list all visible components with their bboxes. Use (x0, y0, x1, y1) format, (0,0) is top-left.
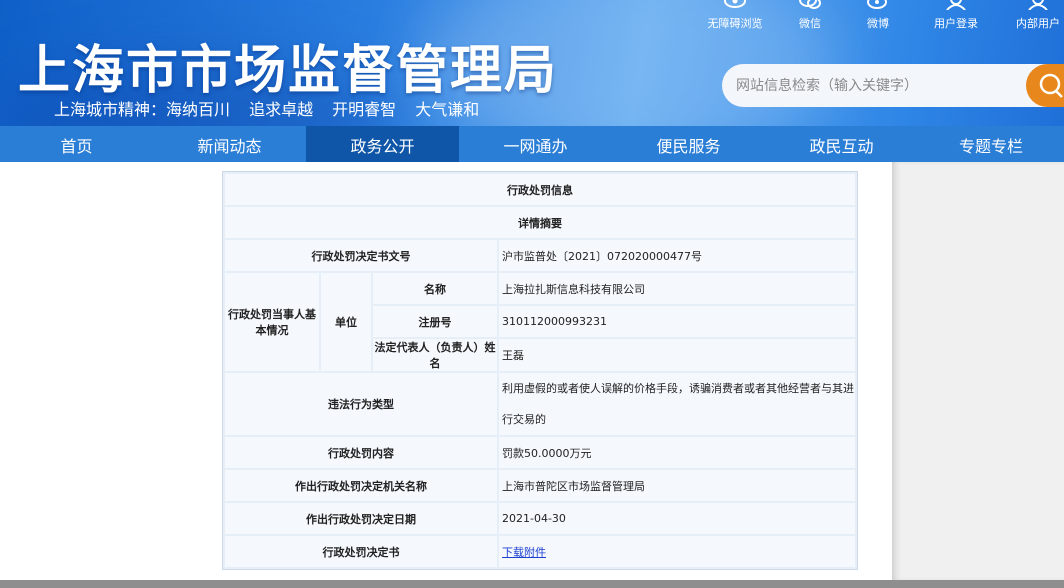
user-login-link[interactable]: 用户登录 (920, 0, 992, 34)
reg-no-label: 注册号 (373, 306, 497, 337)
city-slogan: 上海城市精神：海纳百川 追求卓越 开明睿智 大气谦和 (54, 100, 480, 119)
violation-value: 利用虚假的或者使人误解的价格手段，诱骗消费者或者其他经营者与其进行交易的 (499, 373, 855, 435)
nav-news[interactable]: 新闻动态 (153, 126, 306, 162)
name-value: 上海拉扎斯信息科技有限公司 (499, 273, 855, 304)
table-row: 法定代表人（负责人）姓名 王磊 (225, 339, 855, 371)
right-panel (892, 162, 1064, 580)
download-attachment-link[interactable]: 下载附件 (502, 546, 546, 559)
legal-rep-value: 王磊 (499, 339, 855, 371)
penalty-value: 罚款50.0000万元 (499, 437, 855, 468)
weibo-link[interactable]: 微博 (842, 0, 914, 34)
decision-cell: 下载附件 (499, 536, 855, 567)
reg-no-value: 310112000993231 (499, 306, 855, 337)
site-title[interactable]: 上海市市场监督管理局 (18, 28, 558, 103)
nav-government-affairs[interactable]: 政务公开 (306, 126, 459, 162)
table-row: 作出行政处罚决定机关名称 上海市普陀区市场监督管理局 (225, 470, 855, 501)
table-row: 详情摘要 (225, 207, 855, 238)
decision-label: 行政处罚决定书 (225, 536, 497, 567)
site-search (722, 64, 1064, 107)
search-input[interactable] (736, 64, 1026, 107)
nav-interaction[interactable]: 政民互动 (765, 126, 918, 162)
main-nav: 首页 新闻动态 政务公开 一网通办 便民服务 政民互动 专题专栏 (0, 126, 1064, 162)
doc-no-value: 沪市监普处〔2021〕072020000477号 (499, 240, 855, 271)
weibo-icon (867, 0, 887, 9)
nav-special-topics[interactable]: 专题专栏 (918, 126, 1064, 162)
authority-label: 作出行政处罚决定机关名称 (225, 470, 497, 501)
nav-one-stop-service[interactable]: 一网通办 (459, 126, 612, 162)
table-row: 行政处罚内容 罚款50.0000万元 (225, 437, 855, 468)
penalty-label: 行政处罚内容 (225, 437, 497, 468)
user-icon (1028, 0, 1048, 10)
user-login-label: 用户登录 (934, 17, 978, 30)
violation-label: 违法行为类型 (225, 373, 497, 435)
date-label: 作出行政处罚决定日期 (225, 503, 497, 534)
accessibility-label: 无障碍浏览 (707, 17, 763, 30)
nav-public-service[interactable]: 便民服务 (612, 126, 765, 162)
wechat-label: 微信 (799, 17, 821, 30)
search-icon (1039, 73, 1063, 98)
table-row: 违法行为类型 利用虚假的或者使人误解的价格手段，诱骗消费者或者其他经营者与其进行… (225, 373, 855, 435)
table-title: 行政处罚信息 (225, 174, 855, 205)
search-button[interactable] (1026, 64, 1064, 107)
user-icon (946, 0, 966, 10)
party-label: 行政处罚当事人基本情况 (225, 273, 319, 371)
table-row: 行政处罚当事人基本情况 单位 名称 上海拉扎斯信息科技有限公司 (225, 273, 855, 371)
table-row: 行政处罚决定书文号 沪市监普处〔2021〕072020000477号 (225, 240, 855, 271)
eye-icon (724, 0, 746, 8)
penalty-detail-table: 行政处罚信息 详情摘要 行政处罚决定书文号 沪市监普处〔2021〕0720200… (222, 171, 858, 570)
internal-user-link[interactable]: 内部用户 (1002, 0, 1064, 34)
legal-rep-label: 法定代表人（负责人）姓名 (373, 339, 497, 371)
internal-user-label: 内部用户 (1016, 17, 1060, 30)
date-value: 2021-04-30 (499, 503, 855, 534)
wechat-icon (799, 0, 821, 9)
table-row: 注册号 310112000993231 (225, 306, 855, 337)
unit-label: 单位 (321, 273, 371, 371)
nav-home[interactable]: 首页 (0, 126, 153, 162)
table-subtitle: 详情摘要 (225, 207, 855, 238)
doc-no-label: 行政处罚决定书文号 (225, 240, 497, 271)
table-row: 作出行政处罚决定日期 2021-04-30 (225, 503, 855, 534)
horizontal-scrollbar[interactable] (0, 580, 1064, 588)
table-row: 行政处罚信息 (225, 174, 855, 205)
name-label: 名称 (373, 273, 497, 304)
site-header: 上海市市场监督管理局 上海城市精神：海纳百川 追求卓越 开明睿智 大气谦和 无障… (0, 0, 1064, 126)
accessibility-link[interactable]: 无障碍浏览 (699, 0, 771, 34)
table-row: 行政处罚决定书 下载附件 (225, 536, 855, 567)
authority-value: 上海市普陀区市场监督管理局 (499, 470, 855, 501)
wechat-link[interactable]: 微信 (774, 0, 846, 34)
weibo-label: 微博 (867, 17, 889, 30)
